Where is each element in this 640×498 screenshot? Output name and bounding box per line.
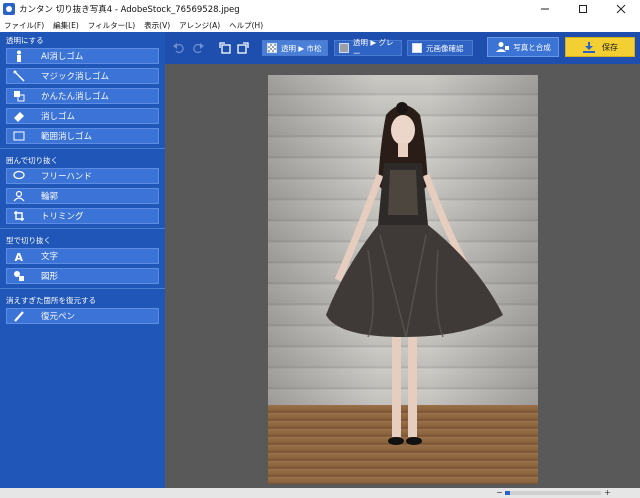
text-icon: A	[7, 249, 31, 263]
section-title-enclose: 囲んで切り抜く	[6, 155, 59, 165]
menu-bar: ファイル(F) 編集(E) フィルター(L) 表示(V) アレンジ(A) ヘルプ…	[0, 18, 640, 32]
section-title-transparent: 透明にする	[6, 35, 44, 45]
zoom-in-button[interactable]: +	[604, 488, 611, 498]
freehand-button[interactable]: フリーハンド	[6, 168, 159, 184]
crop-icon	[7, 209, 31, 223]
undo-icon	[173, 43, 184, 54]
original-check-label: 元画像確認	[426, 43, 464, 53]
menu-edit[interactable]: 編集(E)	[53, 20, 79, 31]
title-bar: カンタン 切り抜き写真4 - AdobeStock_76569528.jpeg	[0, 0, 640, 18]
save-label: 保存	[602, 42, 618, 52]
magic-wand-icon	[7, 69, 31, 83]
close-icon	[616, 4, 626, 14]
magic-eraser-button[interactable]: マジック消しゴム	[6, 68, 159, 84]
user-photo-icon	[496, 42, 510, 52]
outline-icon	[7, 189, 31, 203]
minimize-icon	[541, 8, 549, 10]
maximize-button[interactable]	[564, 0, 602, 18]
checker-icon	[267, 43, 277, 53]
outline-label: 輪郭	[41, 192, 59, 202]
range-eraser-icon	[7, 129, 31, 143]
editing-photo[interactable]	[268, 75, 538, 484]
section-title-shape: 型で切り抜く	[6, 235, 51, 245]
section-title-restore: 消えすぎた箇所を復元する	[6, 295, 96, 305]
tool-sidebar: 透明にする AI消しゴム マジック消しゴム かんたん消しゴム 消しゴム 範囲消し…	[0, 32, 165, 488]
trimming-label: トリミング	[41, 212, 84, 222]
outline-button[interactable]: 輪郭	[6, 188, 159, 204]
window-controls	[526, 0, 640, 18]
menu-help[interactable]: ヘルプ(H)	[229, 20, 263, 31]
magic-eraser-label: マジック消しゴム	[41, 72, 110, 82]
ai-eraser-button[interactable]: AI消しゴム	[6, 48, 159, 64]
shape-cut-label: 図形	[41, 272, 59, 282]
restore-pen-label: 復元ペン	[41, 312, 76, 322]
range-eraser-button[interactable]: 範囲消しゴム	[6, 128, 159, 144]
eraser-label: 消しゴム	[41, 112, 76, 122]
rotate-right-button[interactable]	[235, 40, 251, 56]
svg-text:A: A	[15, 251, 24, 262]
minimize-button[interactable]	[526, 0, 564, 18]
menu-file[interactable]: ファイル(F)	[4, 20, 44, 31]
mode-gray-button[interactable]: 透明 ▶ グレー	[334, 38, 402, 58]
trimming-button[interactable]: トリミング	[6, 208, 159, 224]
easy-eraser-icon	[7, 89, 31, 103]
sidebar-divider	[0, 288, 165, 289]
original-check-button[interactable]: 元画像確認	[407, 40, 473, 56]
text-cut-button[interactable]: A 文字	[6, 248, 159, 264]
rotate-right-icon	[237, 42, 249, 54]
window-title: カンタン 切り抜き写真4 - AdobeStock_76569528.jpeg	[19, 5, 240, 15]
top-toolbar: 透明 ▶ 市松 透明 ▶ グレー 元画像確認 写真と合成 保存	[165, 32, 640, 64]
easy-eraser-button[interactable]: かんたん消しゴム	[6, 88, 159, 104]
compose-label: 写真と合成	[513, 42, 551, 52]
sidebar-divider	[0, 148, 165, 149]
compose-button[interactable]: 写真と合成	[487, 37, 559, 57]
rotate-left-button[interactable]	[217, 40, 233, 56]
mode-checker-label: 透明 ▶ 市松	[281, 43, 322, 53]
undo-button[interactable]	[171, 40, 187, 56]
close-button[interactable]	[602, 0, 640, 18]
mode-gray-label: 透明 ▶ グレー	[353, 38, 394, 58]
zoom-slider-fill	[505, 491, 510, 495]
eraser-button[interactable]: 消しゴム	[6, 108, 159, 124]
freehand-label: フリーハンド	[41, 172, 92, 182]
photo-subject-woman	[326, 102, 503, 445]
menu-arrange[interactable]: アレンジ(A)	[179, 20, 220, 31]
maximize-icon	[579, 5, 587, 13]
zoom-out-button[interactable]: −	[496, 488, 503, 498]
app-icon	[3, 3, 15, 15]
shape-cut-button[interactable]: 図形	[6, 268, 159, 284]
text-cut-label: 文字	[41, 252, 59, 262]
menu-filter[interactable]: フィルター(L)	[88, 20, 135, 31]
status-bar: − +	[0, 488, 640, 498]
gray-icon	[339, 43, 349, 53]
shapes-icon	[7, 269, 31, 283]
eraser-icon	[7, 109, 31, 123]
redo-button[interactable]	[190, 40, 206, 56]
easy-eraser-label: かんたん消しゴム	[41, 92, 110, 102]
redo-icon	[193, 43, 204, 54]
menu-view[interactable]: 表示(V)	[144, 20, 170, 31]
restore-pen-button[interactable]: 復元ペン	[6, 308, 159, 324]
zoom-slider[interactable]	[505, 491, 601, 495]
original-icon	[412, 43, 422, 53]
lasso-icon	[7, 169, 31, 183]
pen-icon	[7, 309, 31, 323]
mode-checker-button[interactable]: 透明 ▶ 市松	[262, 40, 328, 56]
ai-eraser-label: AI消しゴム	[41, 52, 84, 62]
save-button[interactable]: 保存	[565, 37, 635, 57]
sidebar-divider	[0, 228, 165, 229]
rotate-left-icon	[219, 42, 231, 54]
download-icon	[583, 42, 595, 53]
range-eraser-label: 範囲消しゴム	[41, 132, 93, 142]
image-canvas[interactable]	[165, 64, 640, 488]
person-icon	[7, 49, 31, 63]
